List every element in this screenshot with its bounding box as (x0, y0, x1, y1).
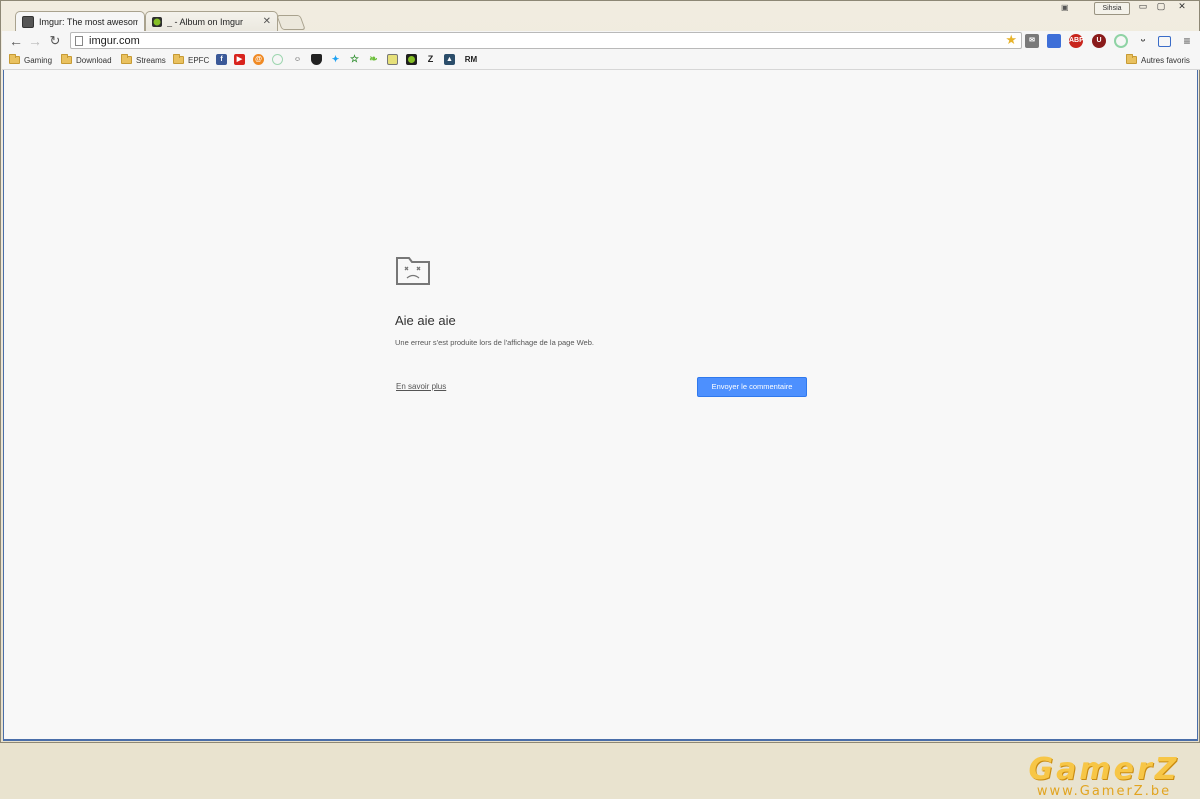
reddit-icon[interactable]: ☺ (292, 54, 303, 65)
rm-icon[interactable]: RM (463, 54, 479, 65)
learn-more-link[interactable]: En savoir plus (396, 382, 446, 391)
fullscreen-icon[interactable] (1158, 36, 1171, 47)
tab-album[interactable]: _ - Album on Imgur ✕ (145, 11, 278, 31)
new-tab-button[interactable] (276, 15, 306, 30)
smile-icon[interactable]: ᵕ (1136, 34, 1150, 48)
adblock-icon[interactable]: ABP (1069, 34, 1084, 48)
loading-icon[interactable] (1114, 34, 1128, 48)
youtube-icon[interactable]: ▶ (234, 54, 245, 65)
tab-imgur[interactable]: Imgur: The most awesome (15, 11, 145, 31)
imgur-favicon-icon (152, 16, 162, 27)
bookmark-folder-other[interactable]: Autres favoris (1126, 54, 1190, 66)
maximize-button[interactable]: ▢ (1152, 1, 1170, 13)
calendar-icon[interactable] (1047, 34, 1061, 48)
url-text: imgur.com (89, 34, 140, 47)
smiley-icon[interactable] (387, 54, 398, 65)
bookmark-folder-gaming[interactable]: Gaming (9, 54, 52, 66)
bookmarks-bar: Gaming Download Streams EPFC f ▶ @ ☺ ✦ ☆… (2, 51, 1200, 70)
bookmark-label: Streams (136, 55, 166, 65)
bookmark-folder-streams[interactable]: Streams (121, 54, 166, 66)
cast-icon[interactable]: ▣ (1061, 3, 1070, 12)
mail-icon[interactable]: ✉ (1025, 34, 1039, 48)
ublock-icon[interactable]: U (1092, 34, 1106, 48)
bookmark-folder-download[interactable]: Download (61, 54, 112, 66)
mountain-icon[interactable]: ▲ (444, 54, 455, 65)
back-button[interactable]: ← (8, 33, 24, 49)
tab-strip: Imgur: The most awesome _ - Album on Img… (1, 1, 1200, 31)
minimize-button[interactable]: ▭ (1134, 1, 1152, 13)
orange-icon[interactable]: @ (253, 54, 264, 65)
close-tab-icon[interactable]: ✕ (263, 16, 271, 27)
star-icon[interactable]: ☆ (349, 54, 360, 65)
sad-page-icon (22, 15, 34, 28)
shield-icon[interactable] (311, 54, 322, 65)
bookmark-star-icon[interactable]: ★ (1005, 32, 1017, 48)
watermark-logo: GamerZ (1028, 752, 1180, 787)
close-window-button[interactable]: ✕ (1173, 1, 1191, 13)
facebook-icon[interactable]: f (216, 54, 227, 65)
watermark-url: www.GamerZ.be (1036, 784, 1172, 799)
sad-tab-icon (396, 257, 430, 285)
tab-label: Imgur: The most awesome (39, 16, 138, 27)
toolbar: ← → ↻ imgur.com ★ ✉ ABP U ᵕ ≡ (2, 31, 1200, 51)
folder-icon (1126, 54, 1137, 64)
gamerz-watermark: GamerZ www.GamerZ.be (1014, 754, 1194, 799)
folder-icon (9, 54, 20, 64)
address-bar[interactable]: imgur.com ★ (70, 32, 1022, 49)
bookmark-label: Gaming (24, 55, 53, 65)
green-icon[interactable] (406, 54, 417, 65)
bookmark-label: EPFC (188, 55, 210, 65)
bookmark-label: Autres favoris (1141, 55, 1190, 65)
folder-icon (173, 54, 184, 64)
reload-button[interactable]: ↻ (47, 33, 63, 49)
folder-icon (121, 54, 132, 64)
browser-window: Imgur: The most awesome _ - Album on Img… (0, 0, 1200, 799)
page-content: Aie aie aie Une erreur s'est produite lo… (3, 70, 1198, 799)
folder-icon (61, 54, 72, 64)
menu-icon[interactable]: ≡ (1180, 34, 1194, 48)
page-icon (75, 36, 83, 46)
forward-button[interactable]: → (27, 33, 43, 49)
twitter-icon[interactable]: ✦ (330, 54, 341, 65)
error-message: Une erreur s'est produite lors de l'affi… (395, 338, 594, 347)
bookmark-label: Download (76, 55, 112, 65)
tab-label: _ - Album on Imgur (167, 16, 244, 27)
circle-icon[interactable] (272, 54, 283, 65)
error-title: Aie aie aie (395, 313, 456, 328)
bookmark-folder-epfc[interactable]: EPFC (173, 54, 209, 66)
profile-button[interactable]: Sihsia (1094, 2, 1130, 15)
z-icon[interactable]: Z (425, 54, 436, 65)
leaf-icon[interactable]: ❧ (368, 54, 379, 65)
send-feedback-button[interactable]: Envoyer le commentaire (697, 377, 807, 397)
